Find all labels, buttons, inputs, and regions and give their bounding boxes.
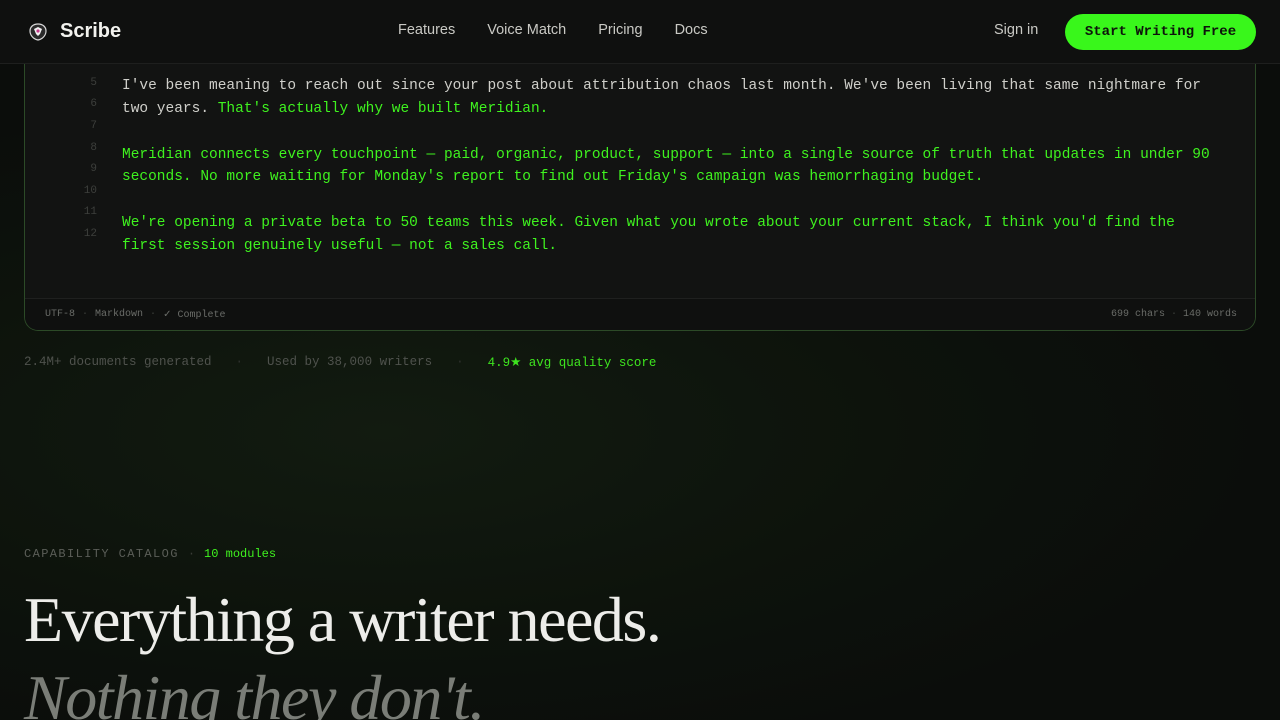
line-number: 7: [90, 120, 97, 132]
nav-link-features[interactable]: Features: [398, 22, 455, 38]
sign-in-link[interactable]: Sign in: [994, 22, 1038, 38]
generated-email-text: I've been meaning to reach out since you…: [122, 75, 1222, 258]
stats-row: 2.4M+ documents generated · Used by 38,0…: [24, 355, 657, 370]
nav-link-voice-match[interactable]: Voice Match: [487, 22, 566, 38]
stat-writers: Used by 38,000 writers: [267, 355, 433, 369]
scribe-logo-icon: [29, 22, 47, 41]
word-count: 140 words: [1182, 309, 1237, 320]
editor-preview: 5 6 7 8 9 10 11 12 I've been meaning to …: [24, 40, 1256, 331]
top-navigation: Scribe Features Voice Match Pricing Docs…: [0, 0, 1280, 64]
format-label: Markdown: [95, 309, 144, 320]
module-count: 10 modules: [204, 547, 277, 561]
nav-link-pricing[interactable]: Pricing: [598, 22, 642, 38]
section-subheadline: Nothing they don't.: [24, 662, 485, 720]
line-number: 6: [90, 98, 97, 110]
char-count: 699 chars: [1110, 309, 1165, 320]
line-number: 12: [83, 228, 97, 240]
line-number: 8: [90, 142, 97, 154]
completion-status: ✓ Complete: [163, 310, 226, 321]
nav-link-docs[interactable]: Docs: [675, 22, 708, 38]
line-number: 9: [90, 163, 97, 175]
section-headline: Everything a writer needs.: [24, 584, 662, 655]
section-eyebrow: CAPABILITY CATALOG · 10 modules: [24, 547, 277, 561]
line-number: 10: [83, 185, 97, 197]
line-number: 11: [83, 206, 97, 218]
stat-quality-score: 4.9★ avg quality score: [487, 356, 657, 370]
nav-links: Features Voice Match Pricing Docs: [383, 22, 708, 38]
encoding-label: UTF-8: [45, 309, 76, 320]
eyebrow-label: CAPABILITY CATALOG: [24, 547, 179, 561]
start-writing-button[interactable]: Start Writing Free: [1065, 14, 1256, 50]
brand-logo[interactable]: Scribe: [28, 20, 121, 43]
brand-name: Scribe: [60, 20, 122, 42]
line-number-gutter: 5 6 7 8 9 10 11 12: [25, 40, 101, 298]
paragraph-1-highlight: That's actually why we built Meridian.: [217, 100, 549, 117]
paragraph-3: We're opening a private beta to 50 teams…: [122, 215, 1175, 254]
paragraph-1: I've been meaning to reach out since you…: [122, 75, 1222, 121]
stat-documents: 2.4M+ documents generated: [24, 355, 212, 369]
paragraph-2: Meridian connects every touchpoint — pai…: [122, 146, 1210, 186]
editor-status-bar: UTF-8 · Markdown · ✓ Complete 699 chars ·…: [25, 298, 1255, 330]
line-number: 5: [90, 77, 97, 89]
